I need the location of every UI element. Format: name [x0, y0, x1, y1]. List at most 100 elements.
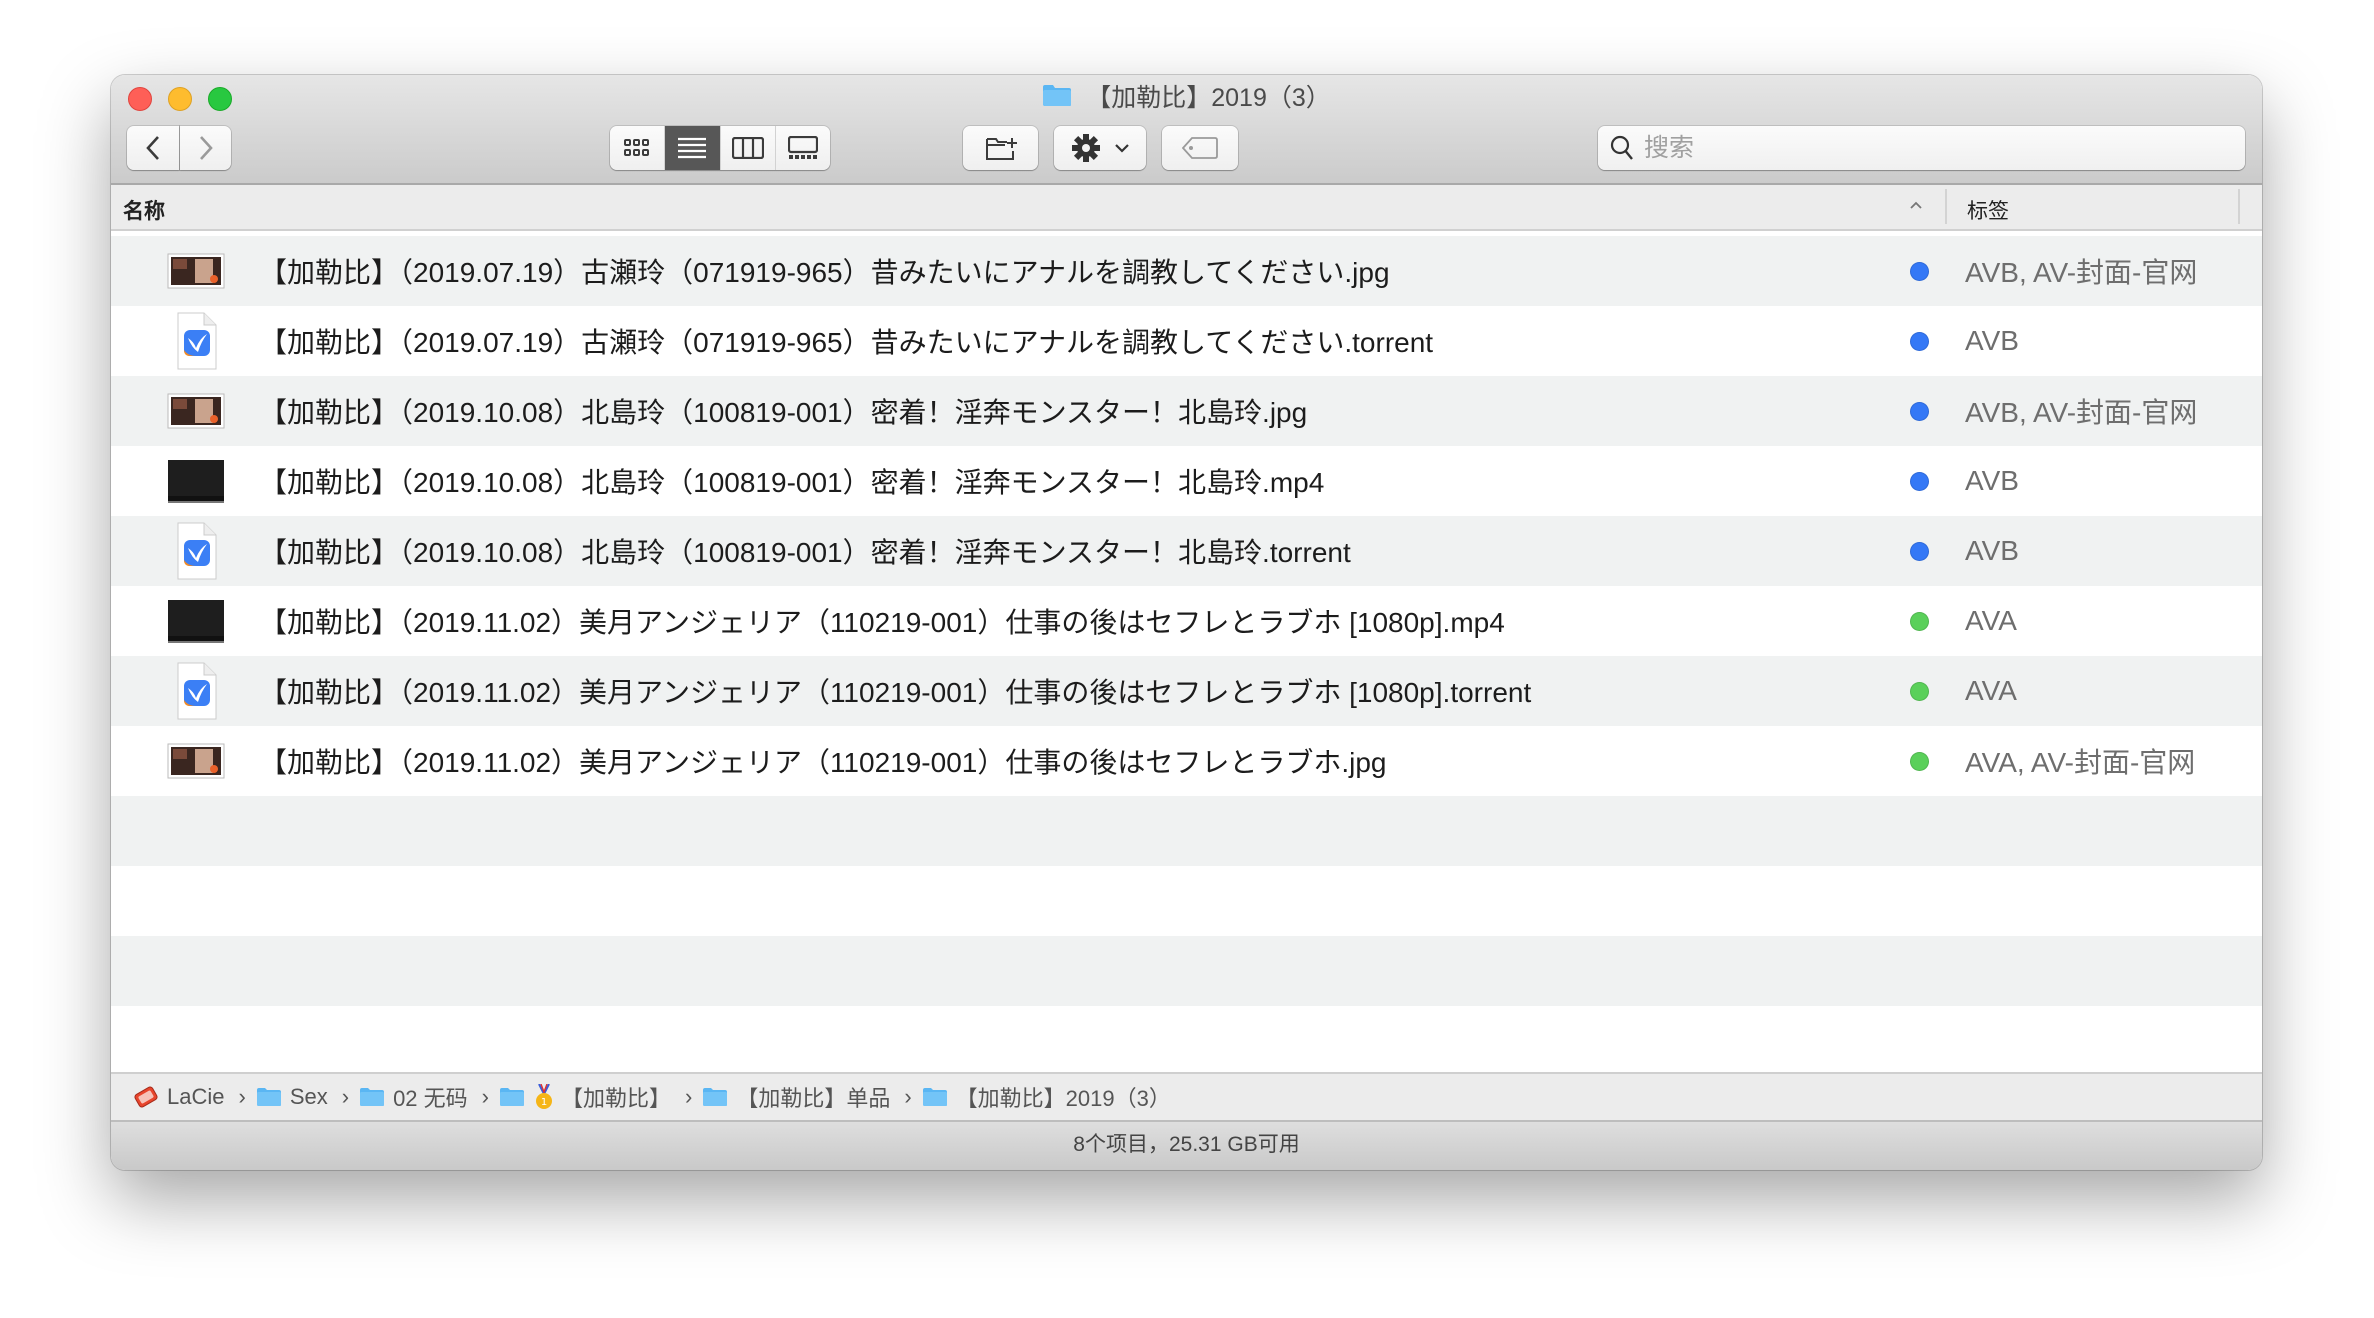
file-tags: AVB	[1965, 465, 2019, 496]
path-separator-icon: ›	[341, 1084, 350, 1109]
status-text: 8个项目，25.31 GB可用	[1073, 1133, 1300, 1156]
tag-color-dot	[1910, 471, 1929, 491]
search-input[interactable]	[1642, 132, 2226, 164]
empty-row	[111, 1006, 2262, 1072]
file-row[interactable]: 【加勒比】（2019.07.19）古瀬玲（071919-965）昔みたいにアナル…	[111, 306, 2262, 376]
file-row[interactable]: 【加勒比】（2019.11.02）美月アンジェリア（110219-001）仕事の…	[111, 726, 2262, 796]
path-item-label: LaCie	[167, 1084, 225, 1109]
path-item-label: 02 无码	[393, 1086, 468, 1111]
file-tags: AVB, AV-封面-官网	[1965, 397, 2198, 428]
chevron-left-icon	[146, 136, 159, 160]
path-item[interactable]: LaCie	[133, 1084, 224, 1110]
tag-color-dot	[1910, 681, 1929, 701]
gallery-view-button[interactable]	[776, 126, 830, 170]
file-name: 【加勒比】（2019.11.02）美月アンジェリア（110219-001）仕事の…	[259, 747, 1387, 778]
video-thumbnail-icon	[167, 599, 225, 643]
file-name: 【加勒比】（2019.10.08）北島玲（100819-001）密着！淫奔モンス…	[259, 467, 1325, 498]
toolbar: 【加勒比】2019（3）	[111, 75, 2262, 185]
search-icon	[1610, 135, 1633, 160]
action-menu-button[interactable]	[1054, 126, 1146, 170]
file-tags: AVB	[1965, 535, 2019, 566]
new-folder-icon	[985, 138, 1017, 160]
icon-view-button[interactable]	[610, 126, 666, 170]
folder-icon	[702, 1087, 728, 1107]
path-item-label: 【加勒比】	[560, 1086, 671, 1111]
gallery-icon	[787, 136, 818, 159]
file-name: 【加勒比】（2019.10.08）北島玲（100819-001）密着！淫奔モンス…	[259, 537, 1351, 568]
path-item[interactable]: 【加勒比】单品	[702, 1081, 890, 1113]
tag-icon	[1182, 137, 1218, 159]
path-item-label: 【加勒比】2019（3）	[955, 1086, 1171, 1111]
file-tags: AVB	[1965, 325, 2019, 356]
chevron-right-icon	[199, 136, 213, 160]
file-name: 【加勒比】（2019.07.19）古瀬玲（071919-965）昔みたいにアナル…	[259, 327, 1434, 358]
file-list: 【加勒比】（2019.07.19）古瀬玲（071919-965）昔みたいにアナル…	[111, 236, 2262, 1072]
svg-text:1: 1	[541, 1097, 547, 1108]
column-divider[interactable]	[2238, 189, 2240, 224]
list-view-button[interactable]	[665, 126, 721, 170]
medal-icon: 1	[535, 1084, 553, 1110]
window-title-text: 【加勒比】2019（3）	[1086, 84, 1331, 112]
file-name: 【加勒比】（2019.11.02）美月アンジェリア（110219-001）仕事の…	[259, 677, 1532, 708]
folder-icon	[359, 1087, 385, 1107]
file-row[interactable]: 【加勒比】（2019.10.08）北島玲（100819-001）密着！淫奔モンス…	[111, 516, 2262, 586]
external-drive-icon	[133, 1086, 159, 1108]
file-tags: AVA	[1965, 605, 2017, 636]
torrent-file-icon	[167, 312, 225, 370]
file-row[interactable]: 【加勒比】（2019.11.02）美月アンジェリア（110219-001）仕事の…	[111, 586, 2262, 656]
file-name: 【加勒比】（2019.11.02）美月アンジェリア（110219-001）仕事の…	[259, 607, 1505, 638]
chevron-down-icon	[1115, 144, 1129, 153]
folder-icon	[1042, 82, 1072, 116]
empty-row	[111, 936, 2262, 1006]
empty-row	[111, 866, 2262, 936]
torrent-file-icon	[167, 662, 225, 720]
file-tags: AVA, AV-封面-官网	[1965, 747, 2196, 778]
path-item-label: Sex	[289, 1084, 328, 1109]
path-item[interactable]: Sex	[256, 1084, 328, 1110]
file-tags: AVB, AV-封面-官网	[1965, 257, 2198, 288]
path-separator-icon: ›	[904, 1084, 912, 1109]
tag-color-dot	[1910, 541, 1929, 561]
list-lines-icon	[678, 137, 707, 159]
path-bar: LaCie › Sex › 02 无码 › 1 【加勒比】 › 【加勒比】单品 › 【加勒比】2019…	[111, 1072, 2262, 1122]
tag-button[interactable]	[1162, 126, 1238, 170]
image-thumbnail-icon	[167, 253, 225, 289]
tag-color-dot	[1910, 331, 1929, 351]
tag-color-dot	[1910, 611, 1929, 631]
new-folder-button[interactable]	[963, 126, 1038, 170]
column-name-header[interactable]: 名称	[123, 195, 165, 225]
gear-icon	[1072, 134, 1100, 162]
empty-row	[111, 796, 2262, 866]
back-button[interactable]	[127, 126, 179, 170]
column-tags-header[interactable]: 标签	[1967, 195, 2009, 225]
path-item-label: 【加勒比】单品	[736, 1086, 891, 1111]
tag-color-dot	[1910, 261, 1929, 281]
path-item[interactable]: 【加勒比】2019（3）	[922, 1081, 1171, 1113]
torrent-file-icon	[167, 522, 225, 580]
path-separator-icon: ›	[481, 1084, 489, 1109]
path-separator-icon: ›	[238, 1084, 246, 1109]
file-row[interactable]: 【加勒比】（2019.07.19）古瀬玲（071919-965）昔みたいにアナル…	[111, 236, 2262, 306]
tag-color-dot	[1910, 401, 1929, 421]
file-row[interactable]: 【加勒比】（2019.11.02）美月アンジェリア（110219-001）仕事の…	[111, 656, 2262, 726]
file-name: 【加勒比】（2019.10.08）北島玲（100819-001）密着！淫奔モンス…	[259, 397, 1308, 428]
folder-icon	[922, 1087, 948, 1107]
column-view-button[interactable]	[721, 126, 776, 170]
forward-button[interactable]	[180, 126, 231, 170]
path-item[interactable]: 1 【加勒比】	[499, 1081, 671, 1113]
tag-color-dot	[1910, 751, 1929, 771]
file-row[interactable]: 【加勒比】（2019.10.08）北島玲（100819-001）密着！淫奔モンス…	[111, 376, 2262, 446]
path-item[interactable]: 02 无码	[359, 1081, 468, 1113]
video-thumbnail-icon	[167, 459, 225, 503]
file-tags: AVA	[1965, 675, 2017, 706]
column-header: 名称 标签	[111, 185, 2262, 231]
file-name: 【加勒比】（2019.07.19）古瀬玲（071919-965）昔みたいにアナル…	[259, 257, 1390, 288]
finder-window: 【加勒比】2019（3） 搜索 名称 标签 【加勒比】（2019.07.19）古…	[111, 75, 2262, 1170]
file-row[interactable]: 【加勒比】（2019.10.08）北島玲（100819-001）密着！淫奔モンス…	[111, 446, 2262, 516]
image-thumbnail-icon	[167, 393, 225, 429]
path-separator-icon: ›	[685, 1084, 693, 1109]
window-title: 【加勒比】2019（3）	[111, 81, 2262, 116]
sort-ascending-icon[interactable]	[1909, 197, 1923, 215]
column-divider[interactable]	[1945, 189, 1947, 224]
search-field[interactable]	[1598, 126, 2245, 170]
